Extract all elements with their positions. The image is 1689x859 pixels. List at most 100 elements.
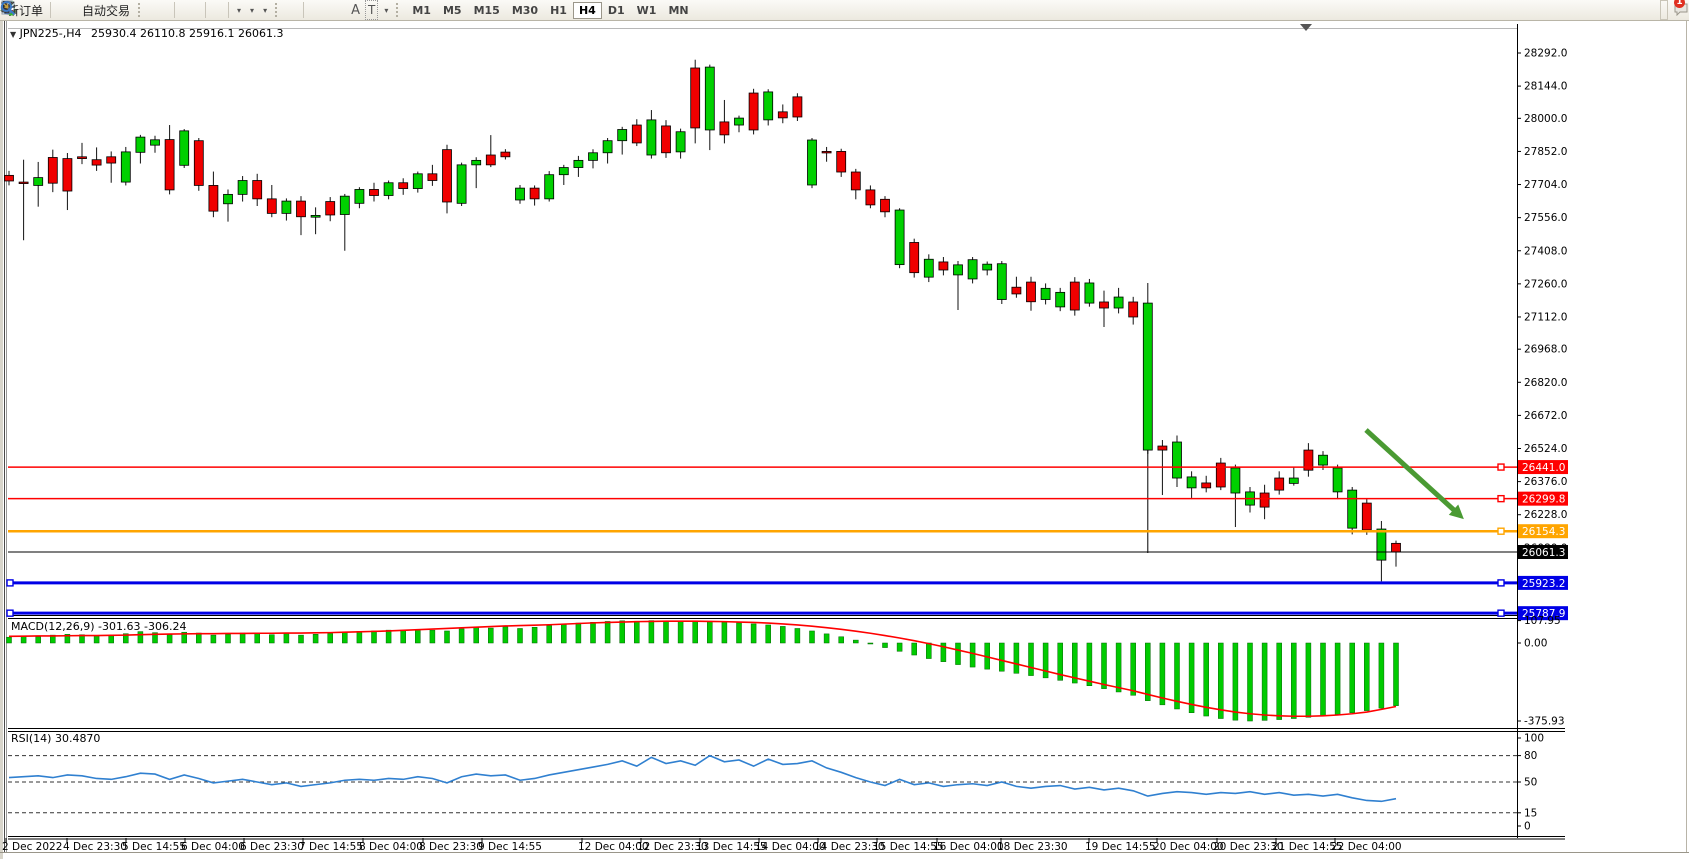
styler-button[interactable] bbox=[55, 1, 61, 19]
candle bbox=[472, 160, 481, 164]
time-axis[interactable]: 2 Dec 20224 Dec 23:305 Dec 14:556 Dec 04… bbox=[2, 838, 1402, 853]
candle bbox=[19, 182, 28, 184]
svg-text:9 Dec 14:55: 9 Dec 14:55 bbox=[478, 841, 542, 853]
chart-title-symbol: JPN225-,H4 bbox=[20, 27, 82, 40]
candle bbox=[895, 210, 904, 265]
separator bbox=[228, 2, 229, 18]
periods-button[interactable]: ▾ bbox=[246, 1, 257, 19]
svg-text:107.95: 107.95 bbox=[1524, 615, 1561, 627]
dropdown-caret-icon[interactable]: ▾ bbox=[263, 6, 267, 15]
candle bbox=[1143, 303, 1152, 450]
candle bbox=[1231, 468, 1240, 493]
candlestick-chart-button[interactable] bbox=[156, 1, 162, 19]
candle bbox=[194, 141, 203, 186]
candle bbox=[311, 215, 320, 217]
crosshair-tool-button[interactable] bbox=[293, 1, 299, 19]
timeframe-mn[interactable]: MN bbox=[662, 2, 694, 19]
candle bbox=[1289, 478, 1298, 483]
candle bbox=[78, 157, 87, 159]
trendline-tool-button[interactable] bbox=[324, 1, 330, 19]
timeframe-w1[interactable]: W1 bbox=[631, 2, 663, 19]
timeframe-m5[interactable]: M5 bbox=[437, 2, 468, 19]
signals-button[interactable] bbox=[71, 1, 77, 19]
svg-text:27704.0: 27704.0 bbox=[1524, 179, 1567, 191]
text-tool-button[interactable]: A bbox=[348, 1, 363, 19]
templates-button[interactable]: ▾ bbox=[259, 1, 270, 19]
svg-text:26154.3: 26154.3 bbox=[1522, 526, 1565, 538]
timeframe-m30[interactable]: M30 bbox=[506, 2, 544, 19]
candle bbox=[559, 168, 568, 175]
candle bbox=[764, 92, 773, 120]
candle bbox=[1129, 302, 1138, 317]
dropdown-caret-icon[interactable]: ▾ bbox=[250, 6, 254, 15]
zoom-out-button[interactable] bbox=[187, 1, 193, 19]
svg-text:26968.0: 26968.0 bbox=[1524, 344, 1567, 356]
cascade-charts-button[interactable] bbox=[218, 1, 224, 19]
candle bbox=[516, 188, 525, 200]
candle bbox=[413, 174, 422, 189]
arrange-charts-button[interactable] bbox=[210, 1, 216, 19]
search-icon bbox=[0, 0, 16, 16]
candle bbox=[5, 175, 14, 181]
dropdown-caret-icon[interactable]: ▾ bbox=[237, 6, 241, 15]
vertical-line-tool-button[interactable] bbox=[308, 1, 314, 19]
svg-text:-375.93: -375.93 bbox=[1524, 716, 1565, 728]
zoom-in-button[interactable] bbox=[179, 1, 185, 19]
fibonacci-tool-button[interactable]: F bbox=[340, 1, 346, 19]
text-label-tool-button[interactable]: T bbox=[365, 0, 378, 20]
auto-trading-label: 自动交易 bbox=[82, 2, 130, 19]
auto-trading-button[interactable]: 自动交易 bbox=[79, 1, 133, 19]
candle bbox=[267, 199, 276, 214]
svg-text:27408.0: 27408.0 bbox=[1524, 245, 1567, 257]
toolbar-grip[interactable] bbox=[138, 3, 143, 17]
timeframe-h1[interactable]: H1 bbox=[544, 2, 573, 19]
candle bbox=[1333, 468, 1342, 492]
candle bbox=[997, 264, 1006, 300]
candle bbox=[1114, 297, 1123, 308]
timeframe-m1[interactable]: M1 bbox=[406, 2, 437, 19]
equidistant-channel-tool-button[interactable]: E bbox=[332, 1, 338, 19]
candle bbox=[1319, 455, 1328, 465]
horizontal-line-tool-button[interactable] bbox=[316, 1, 322, 19]
candle bbox=[1392, 543, 1401, 552]
cursor-tool-button[interactable] bbox=[285, 1, 291, 19]
candle bbox=[939, 262, 948, 270]
arrows-tool-button[interactable]: ▾ bbox=[380, 1, 391, 19]
tile-windows-button[interactable] bbox=[195, 1, 201, 19]
bar-chart-button[interactable] bbox=[148, 1, 154, 19]
candle bbox=[808, 140, 817, 185]
svg-text:26228.0: 26228.0 bbox=[1524, 509, 1567, 521]
timeframe-d1[interactable]: D1 bbox=[602, 2, 631, 19]
line-chart-button[interactable] bbox=[164, 1, 170, 19]
candle bbox=[851, 172, 860, 190]
timeframe-h4[interactable]: H4 bbox=[573, 2, 602, 19]
one-click-trading-triangle-icon[interactable]: ▼ bbox=[10, 30, 16, 39]
candle bbox=[63, 159, 72, 191]
candle bbox=[1173, 442, 1182, 478]
candle bbox=[253, 181, 262, 199]
candle bbox=[1056, 292, 1065, 307]
timeframe-m15[interactable]: M15 bbox=[468, 2, 506, 19]
dropdown-caret-icon[interactable]: ▾ bbox=[384, 6, 388, 15]
main-toolbar: 新订单 自动交易 bbox=[0, 0, 1689, 21]
candle bbox=[866, 190, 875, 205]
candle bbox=[282, 201, 291, 213]
text-label-tool-label: T bbox=[368, 3, 375, 17]
toolbar-grip[interactable] bbox=[396, 3, 401, 17]
candle bbox=[618, 130, 627, 141]
search-button[interactable] bbox=[1661, 1, 1667, 19]
candle bbox=[1085, 283, 1094, 303]
new-chart-button[interactable]: ▾ bbox=[233, 1, 244, 19]
notifications-button[interactable]: 1 bbox=[1673, 1, 1679, 19]
svg-text:6 Dec 04:00: 6 Dec 04:00 bbox=[181, 841, 245, 853]
svg-text:26820.0: 26820.0 bbox=[1524, 377, 1567, 389]
toolbar-grip[interactable] bbox=[275, 3, 280, 17]
svg-text:28000.0: 28000.0 bbox=[1524, 113, 1567, 125]
candle bbox=[881, 199, 890, 212]
chart-title: ▼ JPN225-,H4 25930.4 26110.8 25916.1 260… bbox=[10, 27, 283, 40]
chart-window: 28292.028144.028000.027852.027704.027556… bbox=[0, 0, 1689, 859]
chart-canvas[interactable]: 28292.028144.028000.027852.027704.027556… bbox=[0, 0, 1689, 859]
publisher-button[interactable] bbox=[63, 1, 69, 19]
svg-text:27260.0: 27260.0 bbox=[1524, 278, 1567, 290]
candle bbox=[1202, 483, 1211, 488]
